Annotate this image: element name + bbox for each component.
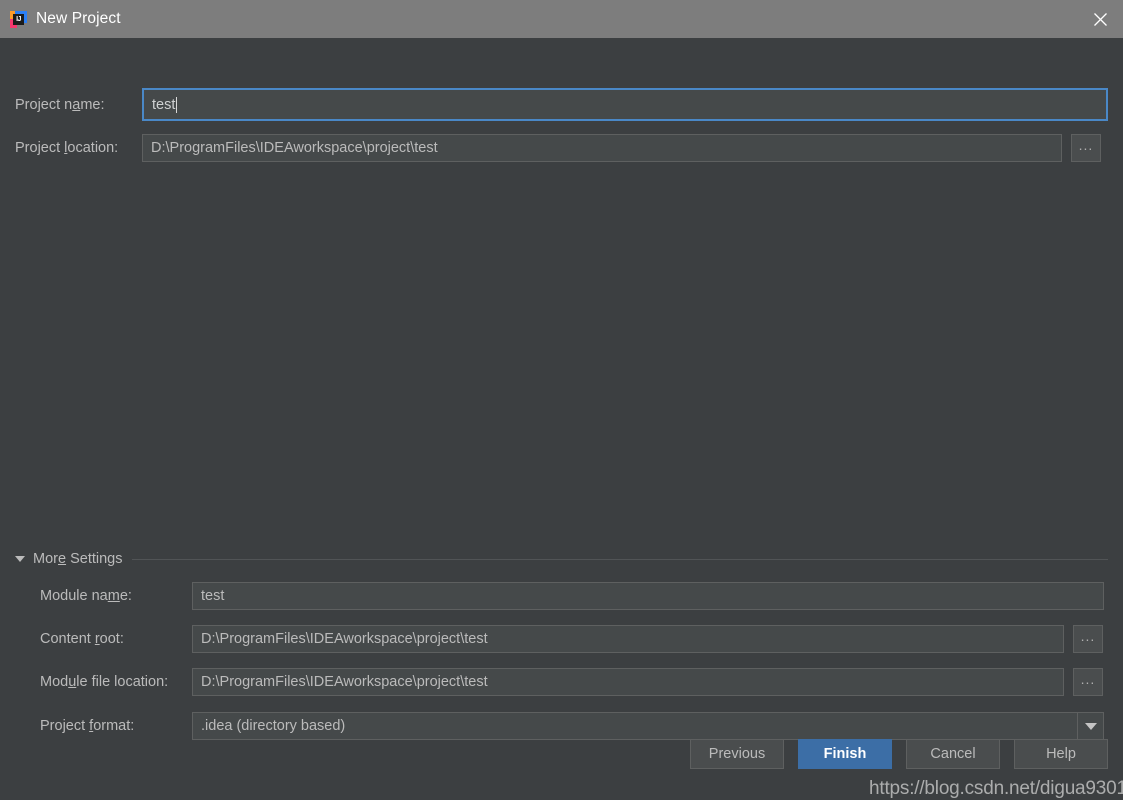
content-root-row: Content root: D:\ProgramFiles\IDEAworksp… [40, 625, 1108, 653]
ellipsis-icon: ... [1080, 628, 1096, 644]
window-titlebar: IJ New Project [0, 0, 1123, 38]
project-location-input[interactable]: D:\ProgramFiles\IDEAworkspace\project\te… [142, 134, 1062, 162]
project-format-row: Project format: .idea (directory based) [40, 712, 1108, 740]
finish-button[interactable]: Finish [798, 739, 892, 769]
module-name-label: Module name: [40, 588, 132, 604]
close-icon [1093, 12, 1107, 26]
intellij-idea-icon: IJ [10, 10, 27, 28]
module-file-location-row: Module file location: D:\ProgramFiles\ID… [40, 668, 1108, 696]
ellipsis-icon: ... [1080, 671, 1096, 687]
project-location-label: Project location: [15, 140, 119, 156]
app-icon-glyph: IJ [16, 15, 21, 23]
module-file-location-input[interactable]: D:\ProgramFiles\IDEAworkspace\project\te… [192, 668, 1064, 696]
content-root-label: Content root: [40, 631, 124, 647]
window-title: New Project [36, 10, 121, 27]
help-button[interactable]: Help [1014, 739, 1108, 769]
module-name-row: Module name: test [40, 582, 1108, 610]
project-name-row: Project name: test [15, 88, 1108, 121]
module-file-location-label: Module file location: [40, 674, 169, 690]
project-format-label: Project format: [40, 718, 135, 734]
more-settings-label: More Settings [33, 551, 123, 567]
previous-button[interactable]: Previous [690, 739, 784, 769]
content-root-input[interactable]: D:\ProgramFiles\IDEAworkspace\project\te… [192, 625, 1064, 653]
text-caret [176, 96, 178, 113]
more-settings-header[interactable]: More Settings [15, 551, 1108, 567]
project-name-label: Project name: [15, 96, 105, 113]
project-format-value: .idea (directory based) [201, 718, 346, 734]
watermark-text: https://blog.csdn.net/digua930126 [869, 778, 1123, 799]
project-location-browse-button[interactable]: ... [1071, 134, 1101, 162]
project-name-input[interactable]: test [142, 88, 1108, 121]
content-root-browse-button[interactable]: ... [1073, 625, 1103, 653]
dialog-body: Project name: test Project location: D:\… [0, 38, 1123, 799]
project-name-value: test [152, 96, 176, 113]
more-settings-separator [132, 558, 1108, 560]
close-button[interactable] [1077, 0, 1123, 38]
module-file-location-browse-button[interactable]: ... [1073, 668, 1103, 696]
project-location-row: Project location: D:\ProgramFiles\IDEAwo… [15, 134, 1108, 162]
module-name-input[interactable]: test [192, 582, 1104, 610]
cancel-button[interactable]: Cancel [906, 739, 1000, 769]
project-format-select[interactable]: .idea (directory based) [192, 712, 1104, 740]
dialog-button-bar: Previous Finish Cancel Help [690, 739, 1108, 769]
chevron-down-icon[interactable] [1077, 713, 1103, 739]
ellipsis-icon: ... [1078, 137, 1094, 153]
triangle-down-icon [15, 556, 25, 562]
